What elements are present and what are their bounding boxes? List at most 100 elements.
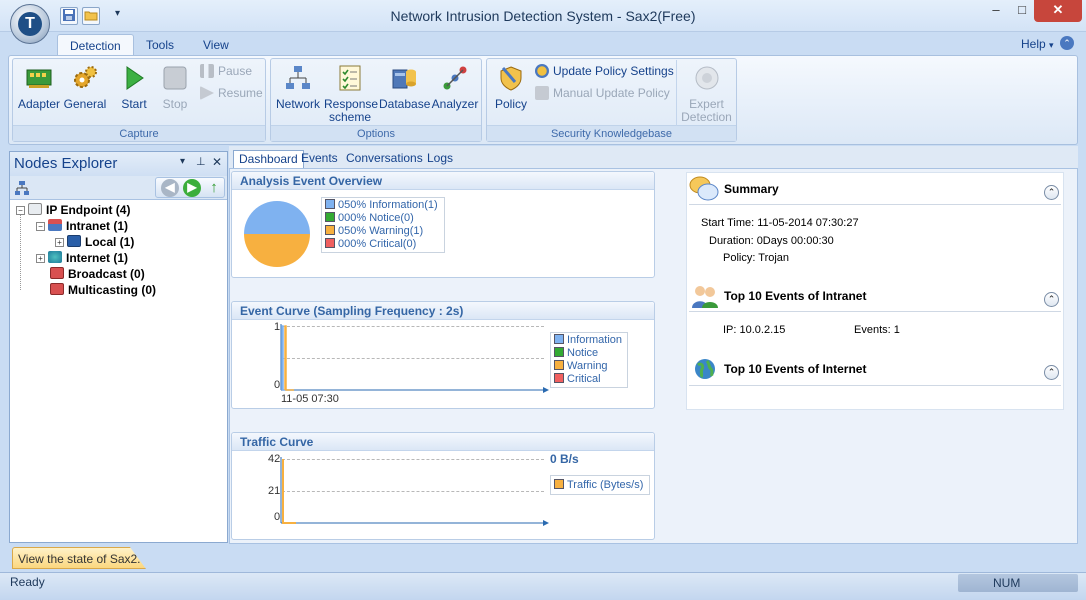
summary-panel: Summary ⌃ Start Time: 11-05-2014 07:30:2… — [686, 172, 1064, 410]
app-logo-icon: T — [18, 12, 42, 36]
knowledgebase-group-title: Security Knowledgebase — [487, 125, 736, 141]
update-policy-settings-button[interactable]: Update Policy Settings — [535, 62, 674, 80]
legend-item-information: Information — [554, 334, 624, 347]
close-button[interactable]: ✕ — [1034, 0, 1082, 22]
legend-label: 050% Information(1) — [338, 199, 438, 211]
up-level-icon[interactable]: ↑ — [205, 179, 223, 197]
tree-node-label: Local (1) — [85, 235, 135, 249]
traffic-legend: Traffic (Bytes/s) — [550, 475, 650, 495]
state-tab[interactable]: View the state of Sax2. — [12, 547, 146, 569]
tree-node-multicasting[interactable]: Multicasting (0) — [50, 282, 156, 298]
update-settings-icon — [535, 64, 549, 78]
legend-item-warning: 050% Warning(1) — [325, 225, 441, 238]
pie-slice-warning — [244, 234, 310, 267]
tab-dashboard[interactable]: Dashboard — [233, 150, 304, 168]
maximize-button[interactable]: □ — [1008, 0, 1036, 22]
nodes-explorer-panel: Nodes Explorer ▾ ⊥ ✕ ◀ ▶ ↑ − IP Endpoint … — [9, 151, 228, 543]
tree-node-intranet[interactable]: − Intranet (1) — [36, 218, 128, 234]
tree-node-local[interactable]: + Local (1) — [55, 234, 134, 250]
event-series-warning — [284, 325, 294, 391]
intranet-events-count: Events: 1 — [854, 324, 900, 336]
resume-button[interactable]: Resume — [200, 84, 263, 102]
chat-bubbles-icon — [689, 175, 719, 203]
ip-endpoint-icon — [28, 203, 42, 215]
stop-button[interactable]: Stop — [155, 62, 195, 124]
ribbon-minimize-icon[interactable]: ⌃ — [1060, 36, 1074, 50]
collapse-summary-icon[interactable]: ⌃ — [1044, 185, 1059, 200]
legend-item-information: 050% Information(1) — [325, 199, 441, 212]
analyzer-button[interactable]: Analyzer — [431, 62, 479, 124]
tab-conversations[interactable]: Conversations — [341, 150, 428, 168]
stop-label: Stop — [162, 97, 188, 111]
legend-label: Critical — [567, 373, 601, 385]
legend-item-notice: Notice — [554, 347, 624, 360]
network-tree-icon[interactable] — [14, 180, 30, 196]
open-folder-icon[interactable] — [82, 7, 100, 25]
tree-node-internet[interactable]: + Internet (1) — [36, 250, 128, 266]
start-button[interactable]: Start — [114, 62, 154, 124]
pin-icon[interactable]: ⊥ — [196, 155, 206, 168]
tree-node-ip-endpoint[interactable]: − IP Endpoint (4) — [16, 202, 130, 218]
forward-icon[interactable]: ▶ — [183, 179, 201, 197]
tree-node-broadcast[interactable]: Broadcast (0) — [50, 266, 145, 282]
database-button[interactable]: Database — [379, 62, 431, 124]
general-button[interactable]: General — [62, 62, 108, 124]
information-swatch — [325, 199, 335, 209]
tab-detection[interactable]: Detection — [57, 34, 134, 56]
expert-label-line2: Detection — [681, 110, 732, 124]
computer-icon — [67, 235, 81, 247]
legend-label: 050% Warning(1) — [338, 225, 424, 237]
legend-label: 000% Critical(0) — [338, 238, 417, 250]
application-menu-button[interactable]: T — [10, 4, 50, 44]
collapse-icon[interactable]: − — [36, 222, 45, 231]
divider — [689, 311, 1061, 312]
num-lock-indicator: NUM — [993, 576, 1021, 590]
back-icon[interactable]: ◀ — [161, 179, 179, 197]
start-time: Start Time: 11-05-2014 07:30:27 — [701, 217, 859, 229]
policy-button[interactable]: Policy — [491, 62, 531, 124]
collapse-icon[interactable]: − — [16, 206, 25, 215]
collapse-internet-icon[interactable]: ⌃ — [1044, 365, 1059, 380]
internet-icon — [48, 251, 62, 263]
panel-menu-icon[interactable]: ▾ — [180, 156, 185, 167]
overview-legend: 050% Information(1) 000% Notice(0) 050% … — [321, 197, 445, 253]
tab-logs[interactable]: Logs — [422, 150, 458, 168]
response-scheme-button[interactable]: Response scheme — [324, 62, 378, 124]
traffic-series — [282, 459, 296, 524]
save-icon[interactable] — [60, 7, 78, 25]
expand-icon[interactable]: + — [36, 254, 45, 263]
pause-button[interactable]: Pause — [200, 62, 252, 80]
traffic-curve-title: Traffic Curve — [232, 433, 654, 451]
tree-node-label: IP Endpoint (4) — [46, 203, 131, 217]
stop-icon — [161, 64, 189, 92]
database-label: Database — [379, 97, 431, 111]
help-menu[interactable]: Help ▾ — [1021, 37, 1054, 51]
tab-tools[interactable]: Tools — [134, 34, 186, 56]
event-curve-legend: Information Notice Warning Critical — [550, 332, 628, 388]
network-label: Network — [275, 97, 320, 111]
minimize-button[interactable]: – — [982, 0, 1010, 22]
traffic-curve-panel: Traffic Curve 42 21 0 0 B/s Traffic (Byt… — [231, 432, 655, 540]
qat-customize-button[interactable]: ▾ — [115, 8, 120, 19]
adapter-button[interactable]: Adapter — [16, 62, 62, 124]
manual-update-policy-button[interactable]: Manual Update Policy — [535, 84, 670, 102]
tab-events[interactable]: Events — [296, 150, 343, 168]
warning-swatch — [554, 360, 564, 370]
warning-swatch — [325, 225, 335, 235]
panel-close-icon[interactable]: ✕ — [212, 155, 222, 169]
expand-icon[interactable]: + — [55, 238, 64, 247]
expert-detection-button[interactable]: Expert Detection — [679, 62, 734, 124]
tree-node-label: Internet (1) — [66, 251, 129, 265]
tree-node-label: Intranet (1) — [66, 219, 129, 233]
divider — [689, 385, 1061, 386]
capture-group-title: Capture — [13, 125, 265, 141]
update-policy-settings-label: Update Policy Settings — [553, 64, 674, 78]
critical-swatch — [554, 373, 564, 383]
network-button[interactable]: Network — [275, 62, 321, 124]
start-label: Start — [121, 97, 147, 111]
tab-view[interactable]: View — [191, 34, 241, 56]
legend-item-critical: 000% Critical(0) — [325, 238, 441, 251]
options-group-title: Options — [271, 125, 481, 141]
traffic-curve-chart — [280, 457, 549, 526]
collapse-intranet-icon[interactable]: ⌃ — [1044, 292, 1059, 307]
